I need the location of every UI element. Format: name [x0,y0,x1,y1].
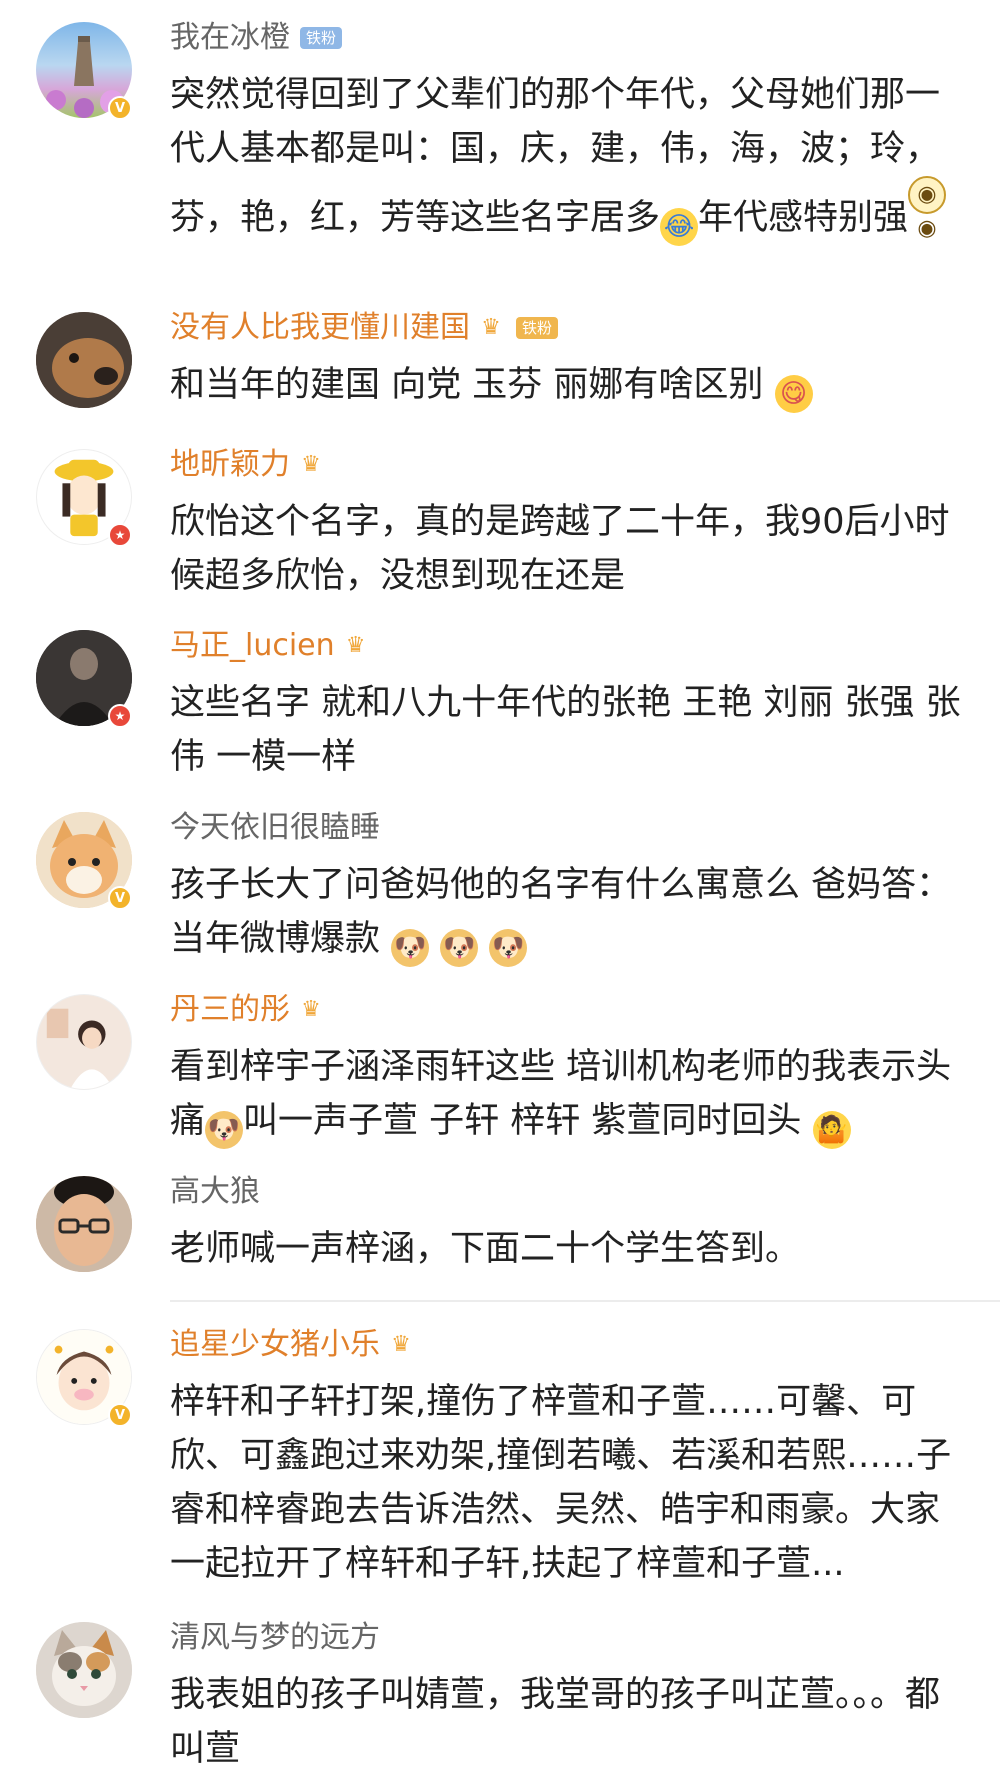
username-text: 清风与梦的远方 [170,1620,380,1655]
avatar-girl-photo-image [37,995,131,1089]
comment-text: 我表姐的孩子叫婧萱，我堂哥的孩子叫芷萱。。。都叫萱 [170,1668,970,1776]
comment-text-part: 和当年的建国 向党 玉芬 丽娜有啥区别 [170,365,764,405]
star-icon: ★ [108,523,132,547]
shrug-emoji-icon: 🤷 [812,1111,851,1149]
username[interactable]: 丹三的彤 ♛ [170,990,326,1030]
comment-text: 梓轩和子轩打架,撞伤了梓萱和子萱……可馨、可欣、可鑫跑过来劝架,撞倒若曦、若溪和… [170,1375,970,1591]
username-text: 丹三的彤 [170,992,290,1027]
crown-icon: ♛ [301,997,321,1022]
username[interactable]: 追星少女猪小乐 ♛ [170,1325,416,1365]
avatar[interactable] [36,312,132,408]
comment-text: 和当年的建国 向党 玉芬 丽娜有啥区别 😋 [170,358,970,413]
avatar-kitten-image [36,1622,132,1718]
doge-emoji-icon: 🐶 [391,929,430,967]
comment-text-part: 老师喊一声梓涵，下面二十个学生答到。 [170,1229,801,1269]
comment-text: 看到梓宇子涵泽雨轩这些 培训机构老师的我表示头痛 🐶叫一声子萱 子轩 梓轩 紫萱同… [170,1040,970,1149]
comment-feed: V 我在冰橙 铁粉 突然觉得回到了父辈们的那个年代，父母她们那一代人基本都是叫：… [0,0,1000,1792]
verified-icon: V [108,886,132,910]
username-text: 我在冰橙 [170,20,290,55]
verified-icon: V [108,96,132,120]
crown-icon: ♛ [391,1332,411,1357]
comment-text-part: 梓轩和子轩打架,撞伤了梓萱和子萱……可馨、可欣、可鑫跑过来劝架,撞倒若曦、若溪和… [170,1382,952,1584]
fan-badge: 铁粉 [516,317,559,339]
comment-text: 突然觉得回到了父辈们的那个年代，父母她们那一代人基本都是叫：国，庆，建，伟，海，… [170,68,970,246]
username-text: 今天依旧很瞌睡 [170,810,380,845]
comment-text-part: 孩子长大了问爸妈他的名字有什么寓意么 爸妈答：当年微博爆款 [170,865,952,959]
username[interactable]: 地昕颖力 ♛ [170,445,326,485]
username-text: 马正_lucien [170,628,335,663]
username[interactable]: 今天依旧很瞌睡 [170,808,380,848]
username-text: 高大狼 [170,1174,260,1209]
laugh-cry-emoji-icon: 😂 [660,208,699,246]
verified-icon: V [108,1403,132,1427]
comment-text: 孩子长大了问爸妈他的名字有什么寓意么 爸妈答：当年微博爆款 🐶 🐶 🐶 [170,858,970,967]
star-icon: ★ [108,704,132,728]
username[interactable]: 清风与梦的远方 [170,1618,380,1658]
avatar[interactable] [36,1622,132,1718]
glasses-emoji-icon: ◉◉ [908,176,947,241]
username[interactable]: 我在冰橙 铁粉 [170,18,343,58]
comment-text: 欣怡这个名字，真的是跨越了二十年，我90后小时候超多欣怡，没想到现在还是 [170,495,970,603]
comment-text: 这些名字 就和八九十年代的张艳 王艳 刘丽 张强 张伟 一模一样 [170,676,970,784]
comment-text: 老师喊一声梓涵，下面二十个学生答到。 [170,1222,970,1276]
comment-text-part: 这些名字 就和八九十年代的张艳 王艳 刘丽 张强 张伟 一模一样 [170,683,961,777]
doge-emoji-icon: 🐶 [205,1111,244,1149]
username[interactable]: 高大狼 [170,1172,260,1212]
doge-emoji-icon: 🐶 [489,929,528,967]
username-text: 追星少女猪小乐 [170,1327,380,1362]
username[interactable]: 马正_lucien ♛ [170,626,371,666]
comment-text-part: 年代感特别强 [698,198,909,238]
avatar-man-glasses-image [36,1176,132,1272]
crown-icon: ♛ [301,452,321,477]
comment-text-part: 我表姐的孩子叫婧萱，我堂哥的孩子叫芷萱。。。都叫萱 [170,1675,941,1769]
username-text: 地昕颖力 [170,447,290,482]
avatar[interactable] [36,1176,132,1272]
divider [170,1300,1000,1302]
avatar-dog-image [36,312,132,408]
yum-emoji-icon: 😋 [774,375,813,413]
username[interactable]: 没有人比我更懂川建国 ♛ 铁粉 [170,308,559,348]
username-text: 没有人比我更懂川建国 [170,310,470,345]
comment-text-part: 叫一声子萱 子轩 梓轩 紫萱同时回头 [243,1101,802,1141]
avatar[interactable] [36,994,132,1090]
fan-badge: 铁粉 [300,27,343,49]
crown-icon: ♛ [481,315,501,340]
comment-text-part: 欣怡这个名字，真的是跨越了二十年，我90后小时候超多欣怡，没想到现在还是 [170,502,950,596]
crown-icon: ♛ [345,633,366,658]
doge-emoji-icon: 🐶 [440,929,479,967]
